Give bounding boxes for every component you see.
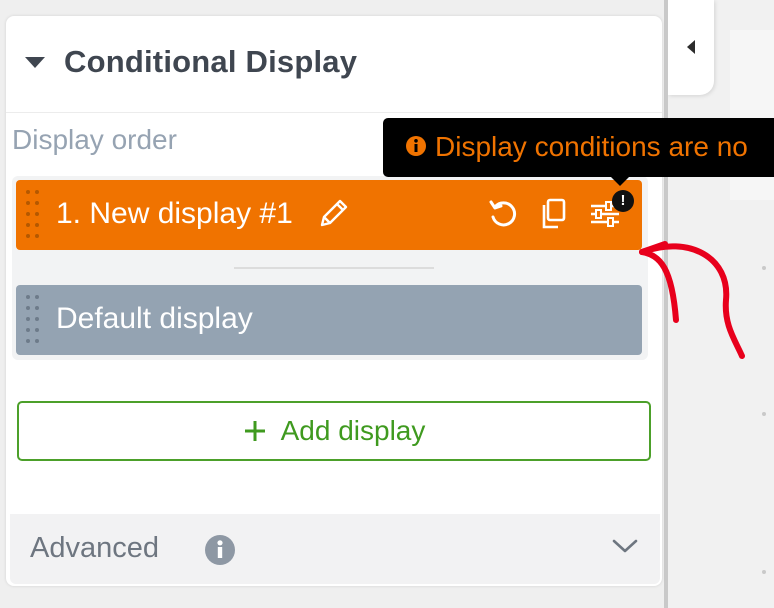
red-arrow-annotation xyxy=(639,241,745,359)
